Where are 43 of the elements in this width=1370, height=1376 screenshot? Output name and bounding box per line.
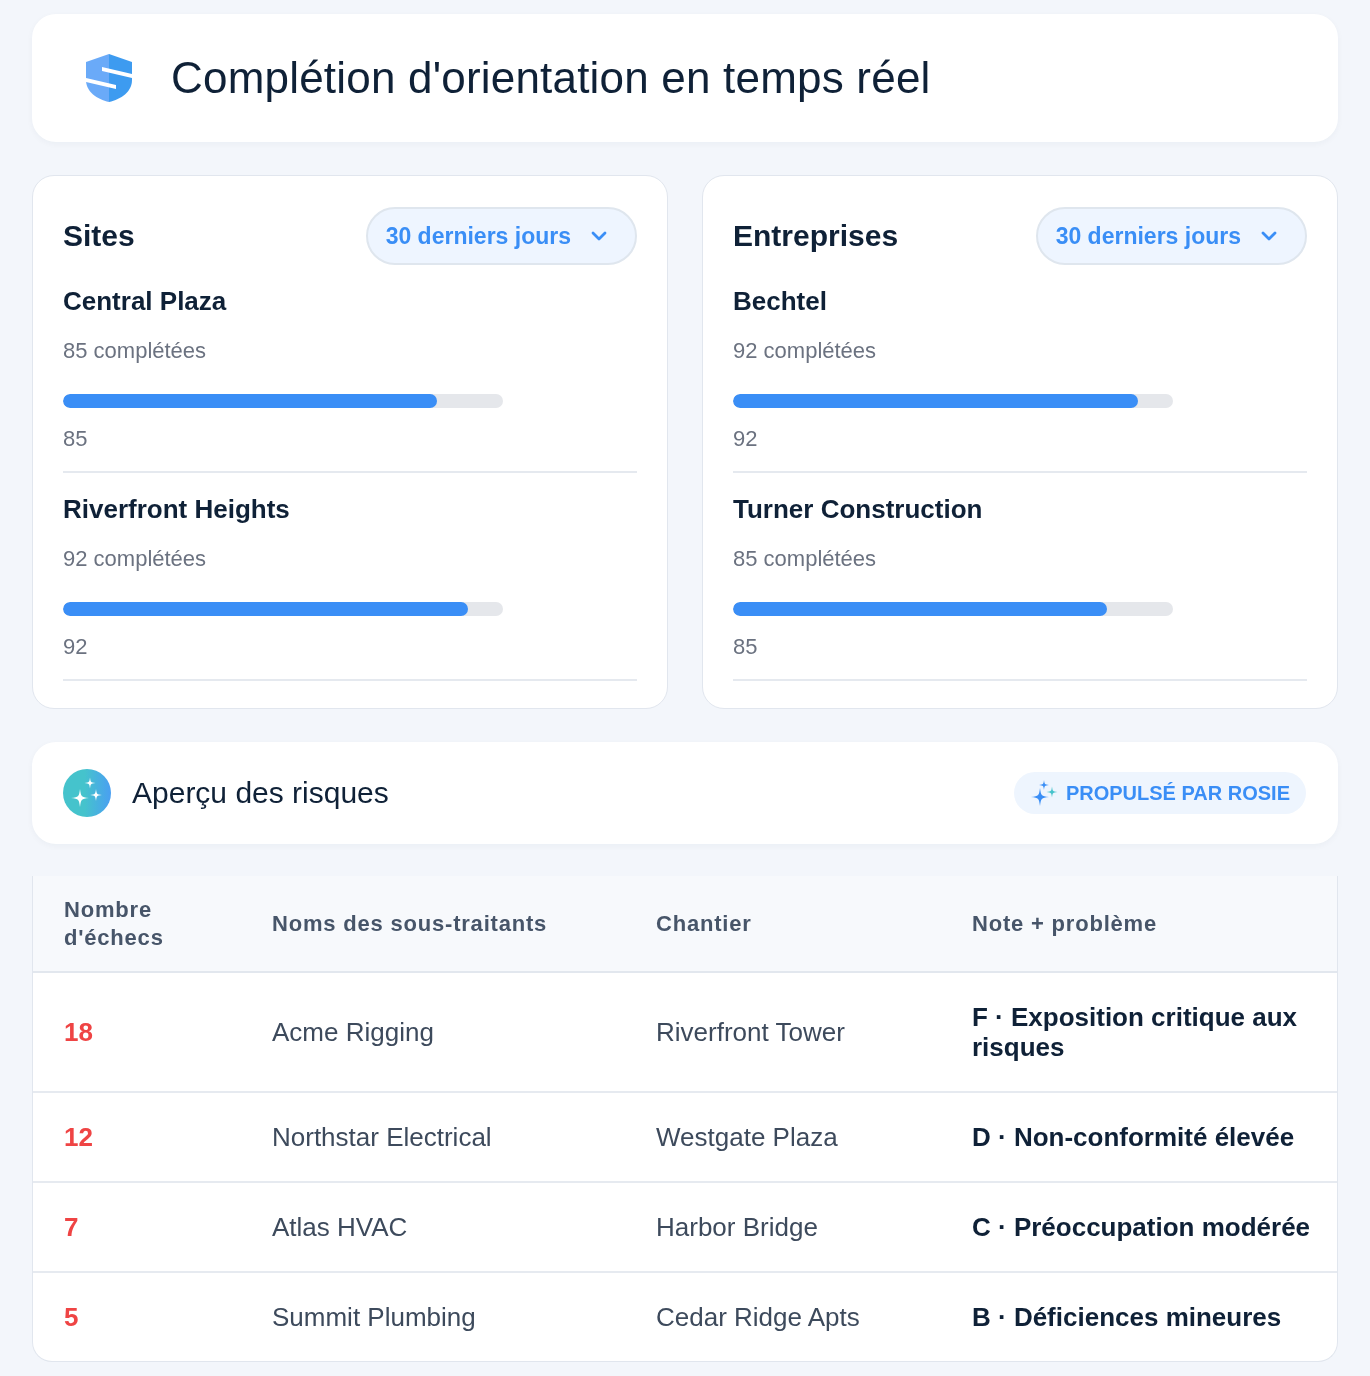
site-name: Westgate Plaza bbox=[655, 1121, 839, 1154]
item-name: Bechtel bbox=[733, 285, 828, 317]
column-header: Noms des sous-traitants bbox=[271, 909, 549, 938]
item-name: Central Plaza bbox=[63, 285, 228, 317]
shield-icon bbox=[86, 54, 132, 102]
failure-count: 7 bbox=[63, 1211, 80, 1244]
progress-value: 85 bbox=[63, 425, 89, 453]
progress-value: 92 bbox=[733, 425, 759, 453]
rating-text: F · Exposition critique aux risques bbox=[971, 1001, 1299, 1064]
column-header: Note + problème bbox=[971, 909, 1158, 938]
completion-count: 92 complétées bbox=[733, 337, 878, 365]
completion-count: 92 complétées bbox=[63, 545, 208, 573]
page-title: Complétion d'orientation en temps réel bbox=[171, 53, 931, 103]
subcontractor-name: Summit Plumbing bbox=[271, 1301, 477, 1334]
card-title: Sites bbox=[63, 219, 135, 253]
progress-value: 85 bbox=[733, 633, 759, 661]
column-header: Chantier bbox=[655, 909, 753, 938]
date-range-dropdown[interactable]: 30 derniers jours bbox=[1035, 207, 1307, 265]
site-name: Cedar Ridge Apts bbox=[655, 1301, 861, 1334]
rating-text: C · Préoccupation modérée bbox=[971, 1211, 1312, 1244]
card-title: Entreprises bbox=[733, 219, 899, 253]
sparkle-icon bbox=[63, 769, 111, 817]
subcontractor-name: Acme Rigging bbox=[271, 1016, 435, 1049]
progress-value: 92 bbox=[63, 633, 89, 661]
badge-label: PROPULSÉ PAR ROSIE bbox=[1065, 781, 1290, 805]
completion-count: 85 complétées bbox=[733, 545, 878, 573]
chevron-down-icon bbox=[1261, 231, 1277, 241]
subcontractor-name: Atlas HVAC bbox=[271, 1211, 409, 1244]
chevron-down-icon bbox=[591, 231, 607, 241]
failure-count: 18 bbox=[63, 1016, 94, 1049]
rating-text: D · Non-conformité élevée bbox=[971, 1121, 1296, 1154]
completion-count: 85 complétées bbox=[63, 337, 208, 365]
failure-count: 5 bbox=[63, 1301, 80, 1334]
site-name: Riverfront Tower bbox=[655, 1016, 846, 1049]
item-name: Turner Construction bbox=[733, 493, 984, 525]
subcontractor-name: Northstar Electrical bbox=[271, 1121, 493, 1154]
date-range-dropdown[interactable]: 30 derniers jours bbox=[365, 207, 637, 265]
site-name: Harbor Bridge bbox=[655, 1211, 819, 1244]
failure-count: 12 bbox=[63, 1121, 94, 1154]
rating-text: B · Déficiences mineures bbox=[971, 1301, 1283, 1334]
column-header: Nombre d'échecs bbox=[63, 895, 165, 952]
item-name: Riverfront Heights bbox=[63, 493, 291, 525]
section-title: Aperçu des risques bbox=[132, 776, 389, 810]
